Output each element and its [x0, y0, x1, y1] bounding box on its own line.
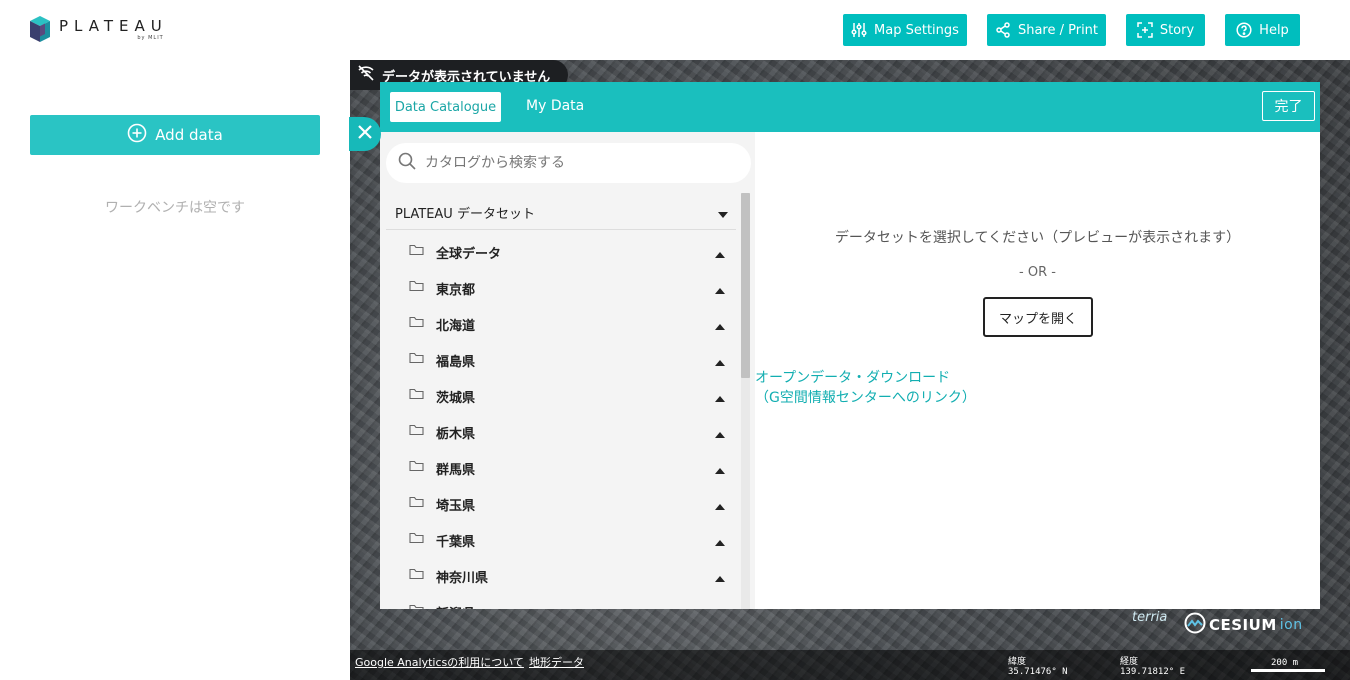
- scrollbar-thumb[interactable]: [741, 193, 750, 378]
- folder-icon: [409, 388, 424, 404]
- caret-up-icon: [715, 284, 725, 299]
- caret-down-icon: [718, 208, 728, 223]
- catalogue-item-label: 新潟県: [436, 603, 475, 610]
- catalogue-item-label: 東京都: [436, 282, 476, 298]
- catalogue-item-label: 神奈川県: [436, 570, 489, 586]
- folder-icon: [409, 316, 424, 332]
- help-button[interactable]: Help: [1225, 14, 1300, 46]
- or-separator: - OR -: [1019, 265, 1056, 280]
- catalogue-item[interactable]: 埼玉県: [386, 486, 736, 522]
- story-icon: [1137, 22, 1153, 38]
- catalogue-item[interactable]: 新潟県: [386, 594, 736, 609]
- sliders-icon: [851, 22, 867, 38]
- story-button[interactable]: Story: [1126, 14, 1205, 46]
- scale-label: 200 m: [1271, 658, 1299, 668]
- catalogue-tree-panel: PLATEAU データセット 全球データ東京都北海道福島県茨城県栃木県群馬県埼玉…: [380, 132, 755, 609]
- caret-up-icon: [715, 536, 725, 551]
- folder-icon: [409, 280, 424, 296]
- top-header: PLATEAU by MLIT Map Settings Share / Pri…: [0, 0, 1350, 60]
- folder-icon: [409, 352, 424, 368]
- catalogue-item-label: 栃木県: [436, 426, 476, 442]
- caret-up-icon: [715, 572, 725, 587]
- caret-up-icon: [715, 392, 725, 407]
- folder-icon: [409, 460, 424, 476]
- map-settings-button[interactable]: Map Settings: [843, 14, 967, 46]
- share-print-button[interactable]: Share / Print: [987, 14, 1106, 46]
- caret-up-icon: [715, 428, 725, 443]
- caret-up-icon: [715, 248, 725, 263]
- plus-circle-icon: [127, 123, 147, 147]
- share-print-label: Share / Print: [1017, 22, 1099, 38]
- catalogue-item[interactable]: 北海道: [386, 306, 736, 342]
- catalogue-item[interactable]: 東京都: [386, 270, 736, 306]
- share-icon: [995, 22, 1011, 38]
- story-label: Story: [1159, 22, 1195, 38]
- add-data-label: Add data: [155, 126, 223, 144]
- close-icon: [357, 124, 373, 144]
- plateau-logo[interactable]: PLATEAU by MLIT: [29, 14, 168, 44]
- catalogue-item-label: 全球データ: [436, 246, 502, 262]
- modal-header: Data Catalogue My Data 完了: [380, 82, 1320, 132]
- catalogue-item[interactable]: 千葉県: [386, 522, 736, 558]
- latitude-readout: 緯度 35.71476° N: [1008, 657, 1068, 677]
- catalogue-item-label: 千葉県: [436, 534, 476, 550]
- preview-panel: データセットを選択してください（プレビューが表示されます） - OR - マップ…: [755, 132, 1320, 609]
- map-settings-label: Map Settings: [874, 22, 959, 38]
- longitude-readout: 経度 139.71812° E: [1120, 657, 1186, 677]
- catalogue-item[interactable]: 栃木県: [386, 414, 736, 450]
- catalogue-item[interactable]: 神奈川県: [386, 558, 736, 594]
- logo-title: PLATEAU: [59, 16, 168, 35]
- open-map-button[interactable]: マップを開く: [983, 297, 1093, 337]
- cesium-icon: [1184, 612, 1206, 638]
- tab-my-data[interactable]: My Data: [526, 98, 584, 114]
- catalogue-item-label: 北海道: [436, 318, 476, 334]
- folder-icon: [409, 424, 424, 440]
- folder-icon: [409, 496, 424, 512]
- scale-bar: [1251, 669, 1325, 672]
- done-button[interactable]: 完了: [1262, 91, 1315, 121]
- search-icon: [398, 152, 416, 174]
- no-signal-icon: [356, 63, 376, 87]
- group-title: PLATEAU データセット: [395, 207, 535, 222]
- catalogue-item-label: 福島県: [436, 354, 476, 370]
- folder-icon: [409, 532, 424, 548]
- caret-up-icon: [715, 464, 725, 479]
- catalogue-item[interactable]: 群馬県: [386, 450, 736, 486]
- catalogue-item[interactable]: 茨城県: [386, 378, 736, 414]
- caret-up-icon: [715, 356, 725, 371]
- catalogue-item-label: 茨城県: [436, 390, 476, 406]
- folder-icon: [409, 568, 424, 584]
- catalogue-item-label: 群馬県: [436, 462, 476, 478]
- add-data-button[interactable]: Add data: [30, 115, 320, 155]
- terrain-data-link[interactable]: 地形データ: [529, 654, 584, 670]
- preview-message: データセットを選択してください（プレビューが表示されます）: [834, 230, 1241, 246]
- folder-icon: [409, 604, 424, 609]
- plateau-dataset-group[interactable]: PLATEAU データセット: [386, 196, 736, 230]
- catalogue-item[interactable]: 全球データ: [386, 234, 736, 270]
- search-input[interactable]: [425, 155, 725, 171]
- caret-up-icon: [715, 608, 725, 609]
- terria-logo[interactable]: terria: [1132, 610, 1167, 625]
- plateau-cube-icon: [29, 14, 51, 44]
- catalogue-search[interactable]: [386, 143, 751, 183]
- google-analytics-link[interactable]: Google Analyticsの利用について: [355, 654, 524, 670]
- help-label: Help: [1259, 22, 1289, 38]
- data-catalogue-modal: Data Catalogue My Data 完了 PLATEAU データセット…: [380, 82, 1320, 609]
- catalogue-item-label: 埼玉県: [436, 498, 476, 514]
- folder-icon: [409, 244, 424, 260]
- cesium-ion-logo[interactable]: CESIUM ion: [1184, 612, 1303, 638]
- catalogue-items: 全球データ東京都北海道福島県茨城県栃木県群馬県埼玉県千葉県神奈川県新潟県: [386, 234, 736, 609]
- tab-data-catalogue[interactable]: Data Catalogue: [390, 92, 501, 122]
- catalogue-item[interactable]: 福島県: [386, 342, 736, 378]
- caret-up-icon: [715, 320, 725, 335]
- open-data-download-link[interactable]: オープンデータ・ダウンロード （G空間情報センターへのリンク）: [755, 368, 976, 408]
- help-icon: [1236, 22, 1252, 38]
- logo-subtitle: by MLIT: [137, 34, 164, 41]
- workbench-panel: Add data ワークベンチは空です: [0, 60, 350, 680]
- caret-up-icon: [715, 500, 725, 515]
- workbench-empty-text: ワークベンチは空です: [105, 200, 245, 216]
